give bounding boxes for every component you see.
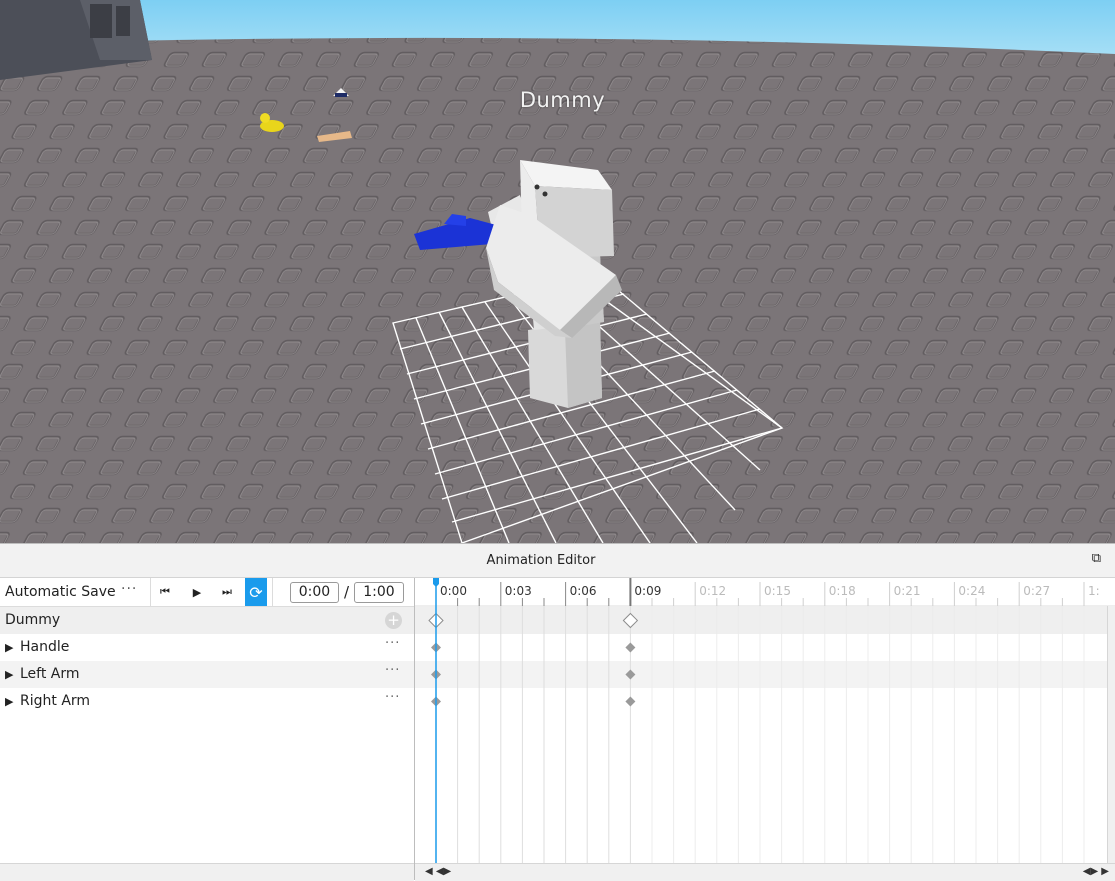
expand-arrow-icon[interactable]: ▶: [5, 641, 13, 654]
track-name: Left Arm: [20, 666, 80, 682]
more-options-button[interactable]: ···: [121, 581, 137, 597]
skip-to-start-icon[interactable]: ⏮: [154, 578, 176, 606]
track-row-right-arm[interactable]: ▶ Right Arm ···: [0, 688, 414, 715]
track-row-handle[interactable]: ▶ Handle ···: [0, 634, 414, 661]
editor-title: Animation Editor: [486, 553, 596, 568]
scroll-left-icon[interactable]: ◀ ◀▶: [425, 866, 451, 877]
track-name: Dummy: [5, 612, 61, 628]
animation-editor-panel: Animation Editor ⧉ Automatic Save ··· ⏮ …: [0, 543, 1115, 881]
play-icon[interactable]: ▶: [186, 578, 208, 606]
track-name: Right Arm: [20, 693, 91, 709]
timeline-row-bg: [415, 661, 1115, 688]
timeline-row-bg: [415, 634, 1115, 661]
tick-label: 0:00: [440, 584, 467, 598]
skip-to-end-icon[interactable]: ⏭: [216, 578, 238, 606]
tick-label: 0:21: [894, 584, 921, 598]
tick-label: 0:03: [505, 584, 532, 598]
expand-arrow-icon[interactable]: ▶: [5, 695, 13, 708]
track-more-button[interactable]: ···: [385, 690, 400, 705]
tick-label: 0:06: [570, 584, 597, 598]
divider: [150, 578, 151, 606]
tick-label: 0:24: [958, 584, 985, 598]
restore-window-icon[interactable]: ⧉: [1092, 551, 1101, 566]
end-time-input[interactable]: 1:00: [354, 582, 404, 603]
timeline-pane[interactable]: 0:00 0:03 0:06 0:09 0:12 0:15 0:18 0:21 0:24 0:27…: [415, 578, 1115, 881]
timeline-row-bg: [415, 607, 1115, 634]
tick-label: 0:09: [634, 584, 661, 598]
add-track-icon[interactable]: +: [385, 612, 402, 629]
timeline-row-bg: [415, 688, 1115, 715]
track-list-footer: [0, 863, 414, 881]
tick-label: 0:27: [1023, 584, 1050, 598]
scroll-right-icon[interactable]: ◀▶ ▶: [1083, 866, 1109, 877]
timeline-canvas[interactable]: 0:00 0:03 0:06 0:09 0:12 0:15 0:18 0:21 0:24 0:27…: [415, 578, 1115, 863]
editor-titlebar: Animation Editor ⧉: [0, 544, 1115, 578]
loop-icon[interactable]: ⟳: [245, 578, 267, 606]
playback-toolbar: Automatic Save ··· ⏮ ▶ ⏭ ⟳ 0:00 / 1:00: [0, 578, 414, 607]
track-row-left-arm[interactable]: ▶ Left Arm ···: [0, 661, 414, 688]
tick-label: 1:: [1088, 584, 1100, 598]
expand-arrow-icon[interactable]: ▶: [5, 668, 13, 681]
time-separator: /: [344, 583, 350, 601]
horizontal-scrollbar[interactable]: ◀ ◀▶ ◀▶ ▶: [415, 863, 1115, 881]
vertical-scrollbar[interactable]: [1107, 606, 1115, 863]
automatic-save-label[interactable]: Automatic Save: [5, 584, 116, 600]
tick-label: 0:12: [699, 584, 726, 598]
model-name-label: Dummy: [519, 88, 606, 112]
track-name: Handle: [20, 639, 70, 655]
current-time-input[interactable]: 0:00: [290, 582, 339, 603]
divider: [272, 578, 273, 606]
3d-viewport[interactable]: Dummy: [0, 0, 1115, 543]
scene-render[interactable]: [0, 0, 1115, 543]
track-more-button[interactable]: ···: [385, 663, 400, 678]
track-more-button[interactable]: ···: [385, 636, 400, 651]
tick-label: 0:15: [764, 584, 791, 598]
tick-label: 0:18: [829, 584, 856, 598]
track-row-dummy[interactable]: Dummy +: [0, 607, 414, 634]
track-list-pane: Automatic Save ··· ⏮ ▶ ⏭ ⟳ 0:00 / 1:00 D…: [0, 578, 415, 881]
